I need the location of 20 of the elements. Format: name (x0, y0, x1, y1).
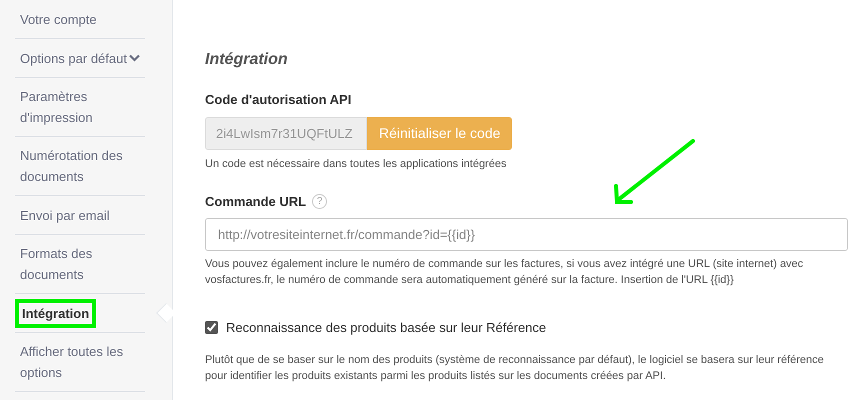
section-title: Intégration (205, 50, 289, 70)
field-label: Code d'autorisation API (205, 91, 352, 109)
help-text: Plutôt que de se baser sur le nom des produits (système de reconnaissance par défaut), le logiciel se basera sur leur référence pour identifier les produits existants parmi les produits listés sur les documents créées par API. (205, 352, 825, 384)
input-field[interactable]: 2i4LwIsm7r31UQFtULZ (205, 116, 367, 150)
sidebar-item[interactable]: Intégration (15, 294, 145, 333)
help-text: Un code est nécessaire dans toutes les applications intégrées (205, 156, 508, 172)
field-label: Commande URL (205, 192, 306, 210)
sidebar-item[interactable]: Paramètres d'impression (15, 78, 145, 137)
input-field[interactable]: http://votresiteinternet.fr/commande?id={{id}} (205, 218, 848, 251)
sidebar-item[interactable]: Numérotation des documents (15, 137, 145, 196)
sidebar-item[interactable]: Envoi par email (15, 196, 145, 235)
sidebar-item[interactable]: Options par défaut (15, 39, 145, 78)
chevron-down-icon (129, 54, 140, 62)
help-text: Vous pouvez également inclure le numéro de commande sur les factures, si vous avez intégré une URL (site internet) avec vosfactures.fr, le numéro de commande sera automatiquement généré sur la facture. Insertion de l'URL {{id}} (205, 257, 804, 288)
sidebar-item[interactable]: Afficher toutes les options (15, 333, 145, 392)
checkbox[interactable] (205, 321, 218, 334)
checkbox-label: Reconnaissance des produits basée sur leur Référence (226, 319, 546, 337)
sidebar-item[interactable]: Votre compte (15, 0, 145, 39)
help-icon[interactable]: ? (312, 194, 328, 209)
sidebar-item[interactable]: Formats des documents (15, 235, 145, 294)
